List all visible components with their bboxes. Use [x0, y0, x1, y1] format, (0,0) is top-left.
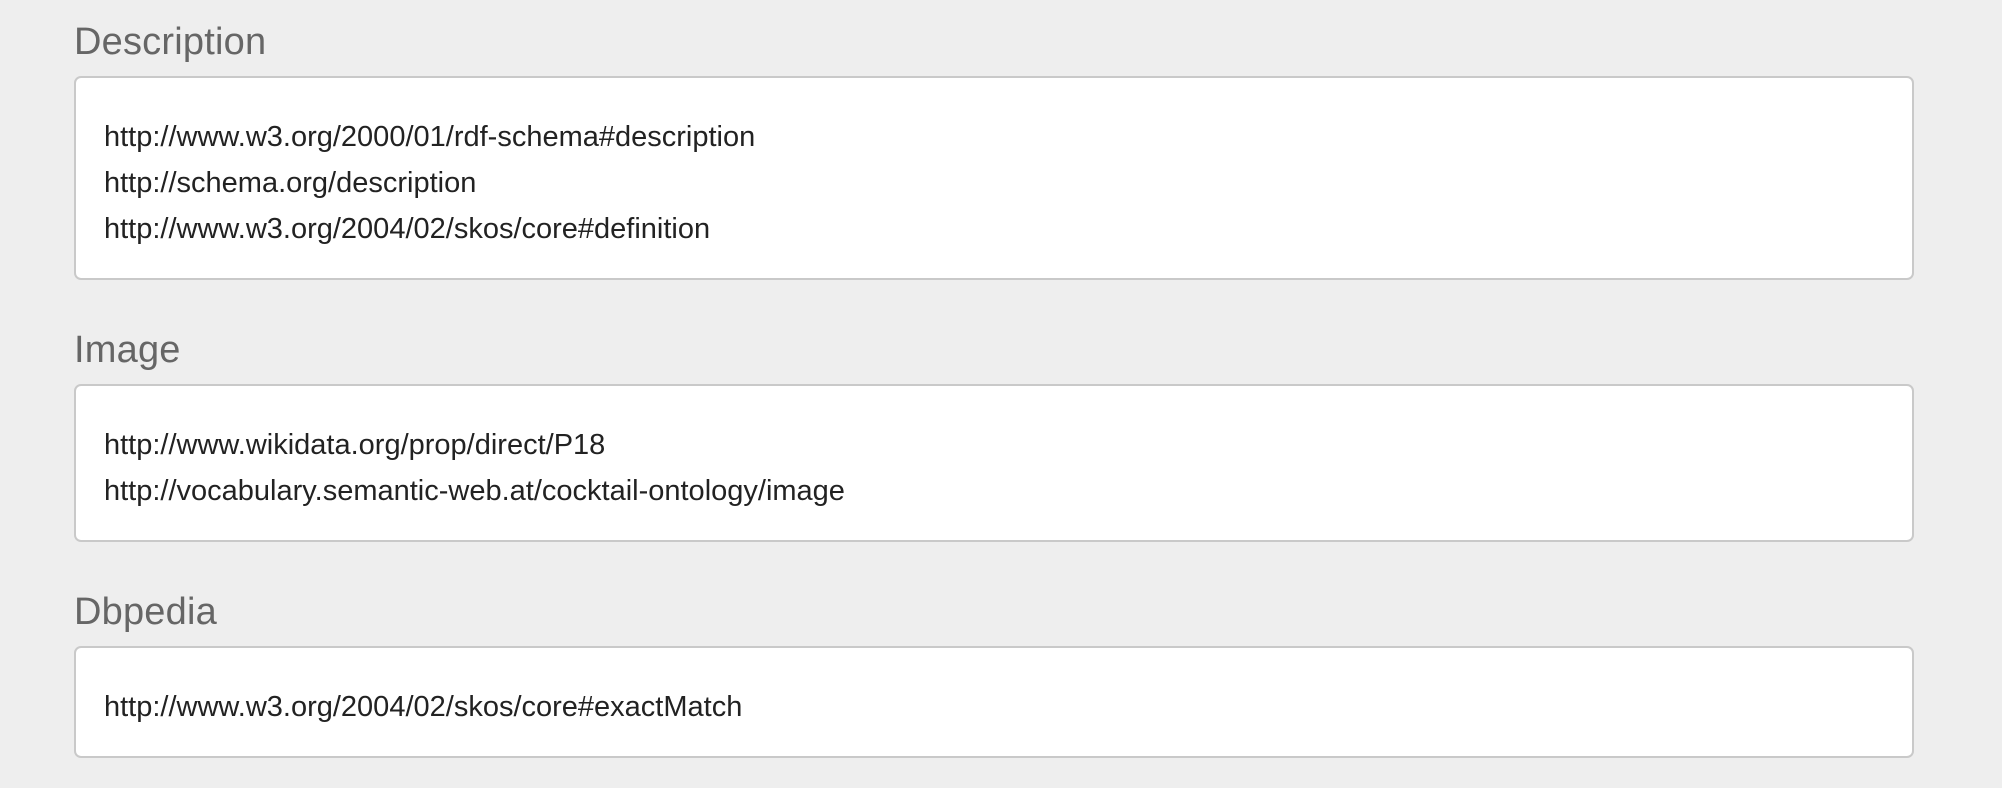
image-value-1: http://www.wikidata.org/prop/direct/P18 — [104, 429, 606, 461]
dbpedia-value-1: http://www.w3.org/2004/02/skos/core#exac… — [104, 691, 743, 723]
description-value-3: http://www.w3.org/2004/02/skos/core#defi… — [104, 213, 711, 245]
image-field[interactable]: http://www.wikidata.org/prop/direct/P18 … — [74, 384, 1914, 542]
dbpedia-label: Dbpedia — [74, 591, 217, 633]
dbpedia-field[interactable]: http://www.w3.org/2004/02/skos/core#exac… — [74, 646, 1914, 758]
property-mapping-page: { "sections": [ { "label": "Description"… — [0, 0, 2002, 788]
description-label: Description — [74, 21, 267, 63]
description-field[interactable]: http://www.w3.org/2000/01/rdf-schema#des… — [74, 76, 1914, 280]
image-value-2: http://vocabulary.semantic-web.at/cockta… — [104, 475, 845, 507]
image-label: Image — [74, 329, 181, 371]
description-value-1: http://www.w3.org/2000/01/rdf-schema#des… — [104, 121, 756, 153]
description-value-2: http://schema.org/description — [104, 167, 477, 199]
